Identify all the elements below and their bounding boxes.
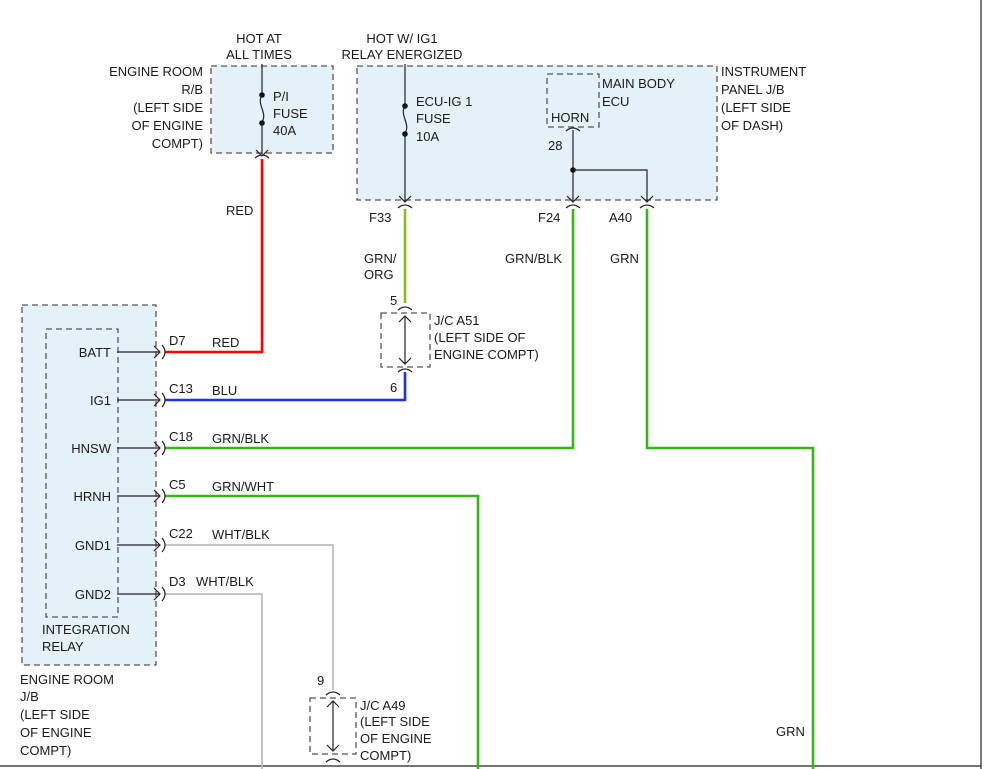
relay-pin-gnd2: GND2 [75,587,111,602]
instrument-panel-jb-line2: PANEL J/B [721,82,785,97]
jc-a49-pin: 9 [317,673,324,688]
jc-a51-line2: (LEFT SIDE OF [434,330,526,345]
jc-a49-line4: COMPT) [360,748,411,763]
hot-at-all-times-line1: HOT AT [236,31,282,46]
relay-wire-grn-blk: GRN/BLK [212,431,269,446]
jc-a49-line1: J/C A49 [360,698,406,713]
engine-room-rb-line3: (LEFT SIDE [133,100,203,115]
engine-room-rb-line4: OF ENGINE [131,118,203,133]
jc-a51-line1: J/C A51 [434,313,480,328]
wire-blu-ig1 [165,372,407,402]
jc-a49-bottom-jack [325,758,341,763]
f24-connector-jack [565,204,581,209]
relay-conn-c5: C5 [169,477,186,492]
relay-conn-c18: C18 [169,429,193,444]
engine-room-jb-line3: (LEFT SIDE [20,707,90,722]
relay-conn-d7: D7 [169,333,186,348]
hot-ig1-line2: RELAY ENERGIZED [342,47,463,62]
jc-a49-line2: (LEFT SIDE [360,714,430,729]
relay-pin-ig1-jack [161,392,166,408]
hot-ig1-line1: HOT W/ IG1 [366,31,437,46]
jc-a51-pin-bottom: 6 [390,380,397,395]
wire-grn-blk-top-label: GRN/BLK [505,251,562,266]
wire-grn-top-label: GRN [610,251,639,266]
wire-wht-blk-gnd2 [165,593,263,769]
horn-pin-label: HORN [551,110,589,125]
pi-fuse-line1: P/I [273,89,289,104]
relay-conn-d3: D3 [169,574,186,589]
conn-f24-label: F24 [538,210,560,225]
wiring-diagram: HOT AT ALL TIMES ENGINE ROOM R/B (LEFT S… [0,0,982,769]
wire-grn-bottom-label: GRN [776,724,805,739]
relay-pin-hnsw: HNSW [71,441,111,456]
jc-a51-bottom-jack [397,368,413,373]
f33-connector-jack [397,204,413,209]
instrument-panel-jb-line4: OF DASH) [721,118,783,133]
a40-connector-jack [639,204,655,209]
relay-conn-c22: C22 [169,526,193,541]
engine-room-rb-line2: R/B [181,82,203,97]
engine-room-rb-box [210,65,334,154]
engine-room-jb-line5: COMPT) [20,743,71,758]
relay-pin-gnd1: GND1 [75,538,111,553]
pi-fuse-line2: FUSE [273,106,308,121]
wire-grn-org-line1: GRN/ [364,251,397,266]
relay-pin-gnd2-jack [161,586,166,602]
relay-pin-batt-jack [161,344,166,360]
wire-grn-a40 [645,209,815,769]
wire-grn-org-line2: ORG [364,267,394,282]
engine-room-rb-line5: COMPT) [152,136,203,151]
relay-pin-hrnh-jack [161,488,166,504]
pin-28-label: 28 [548,138,562,153]
hot-at-all-times-line2: ALL TIMES [226,47,292,62]
relay-wire-wht-blk-2: WHT/BLK [196,574,254,589]
jc-a51-pin-top: 5 [390,293,397,308]
engine-room-jb-line4: OF ENGINE [20,725,92,740]
ecu-ig1-fuse-line2: FUSE [416,111,451,126]
relay-pin-gnd1-jack [161,537,166,553]
jc-a49-line3: OF ENGINE [360,731,432,746]
ecu-ig1-fuse-line3: 10A [416,129,439,144]
relay-pin-hrnh: HRNH [73,489,111,504]
instrument-panel-jb-line1: INSTRUMENT [721,64,806,79]
relay-wire-red: RED [212,335,239,350]
wire-wht-blk-gnd1 [165,544,334,690]
relay-pin-hnsw-jack [161,440,166,456]
relay-wire-blu: BLU [212,383,237,398]
main-body-ecu-line2: ECU [602,94,629,109]
instrument-panel-jb-line3: (LEFT SIDE [721,100,791,115]
jc-a51-line3: ENGINE COMPT) [434,347,539,362]
relay-wire-grn-wht: GRN/WHT [212,479,274,494]
relay-wire-wht-blk-1: WHT/BLK [212,527,270,542]
wire-grn-blk-hnsw [165,209,575,450]
integration-relay-line2: RELAY [42,639,84,654]
ecu-ig1-fuse-line1: ECU-IG 1 [416,94,472,109]
pi-fuse-line3: 40A [273,123,296,138]
relay-pin-batt: BATT [79,345,111,360]
engine-room-rb-line1: ENGINE ROOM [109,64,203,79]
main-body-ecu-line1: MAIN BODY [602,76,675,91]
integration-relay-line1: INTEGRATION [42,622,130,637]
relay-pin-ig1: IG1 [90,393,111,408]
wire-red-batt [165,159,264,354]
wire-red-top-label: RED [226,203,253,218]
jc-a51-top-jack [397,306,413,311]
conn-f33-label: F33 [369,210,391,225]
conn-a40-label: A40 [609,210,632,225]
relay-conn-c13: C13 [169,381,193,396]
engine-room-jb-line1: ENGINE ROOM [20,672,114,687]
jc-a49-top-jack [325,691,341,696]
engine-room-jb-line2: J/B [20,689,39,704]
